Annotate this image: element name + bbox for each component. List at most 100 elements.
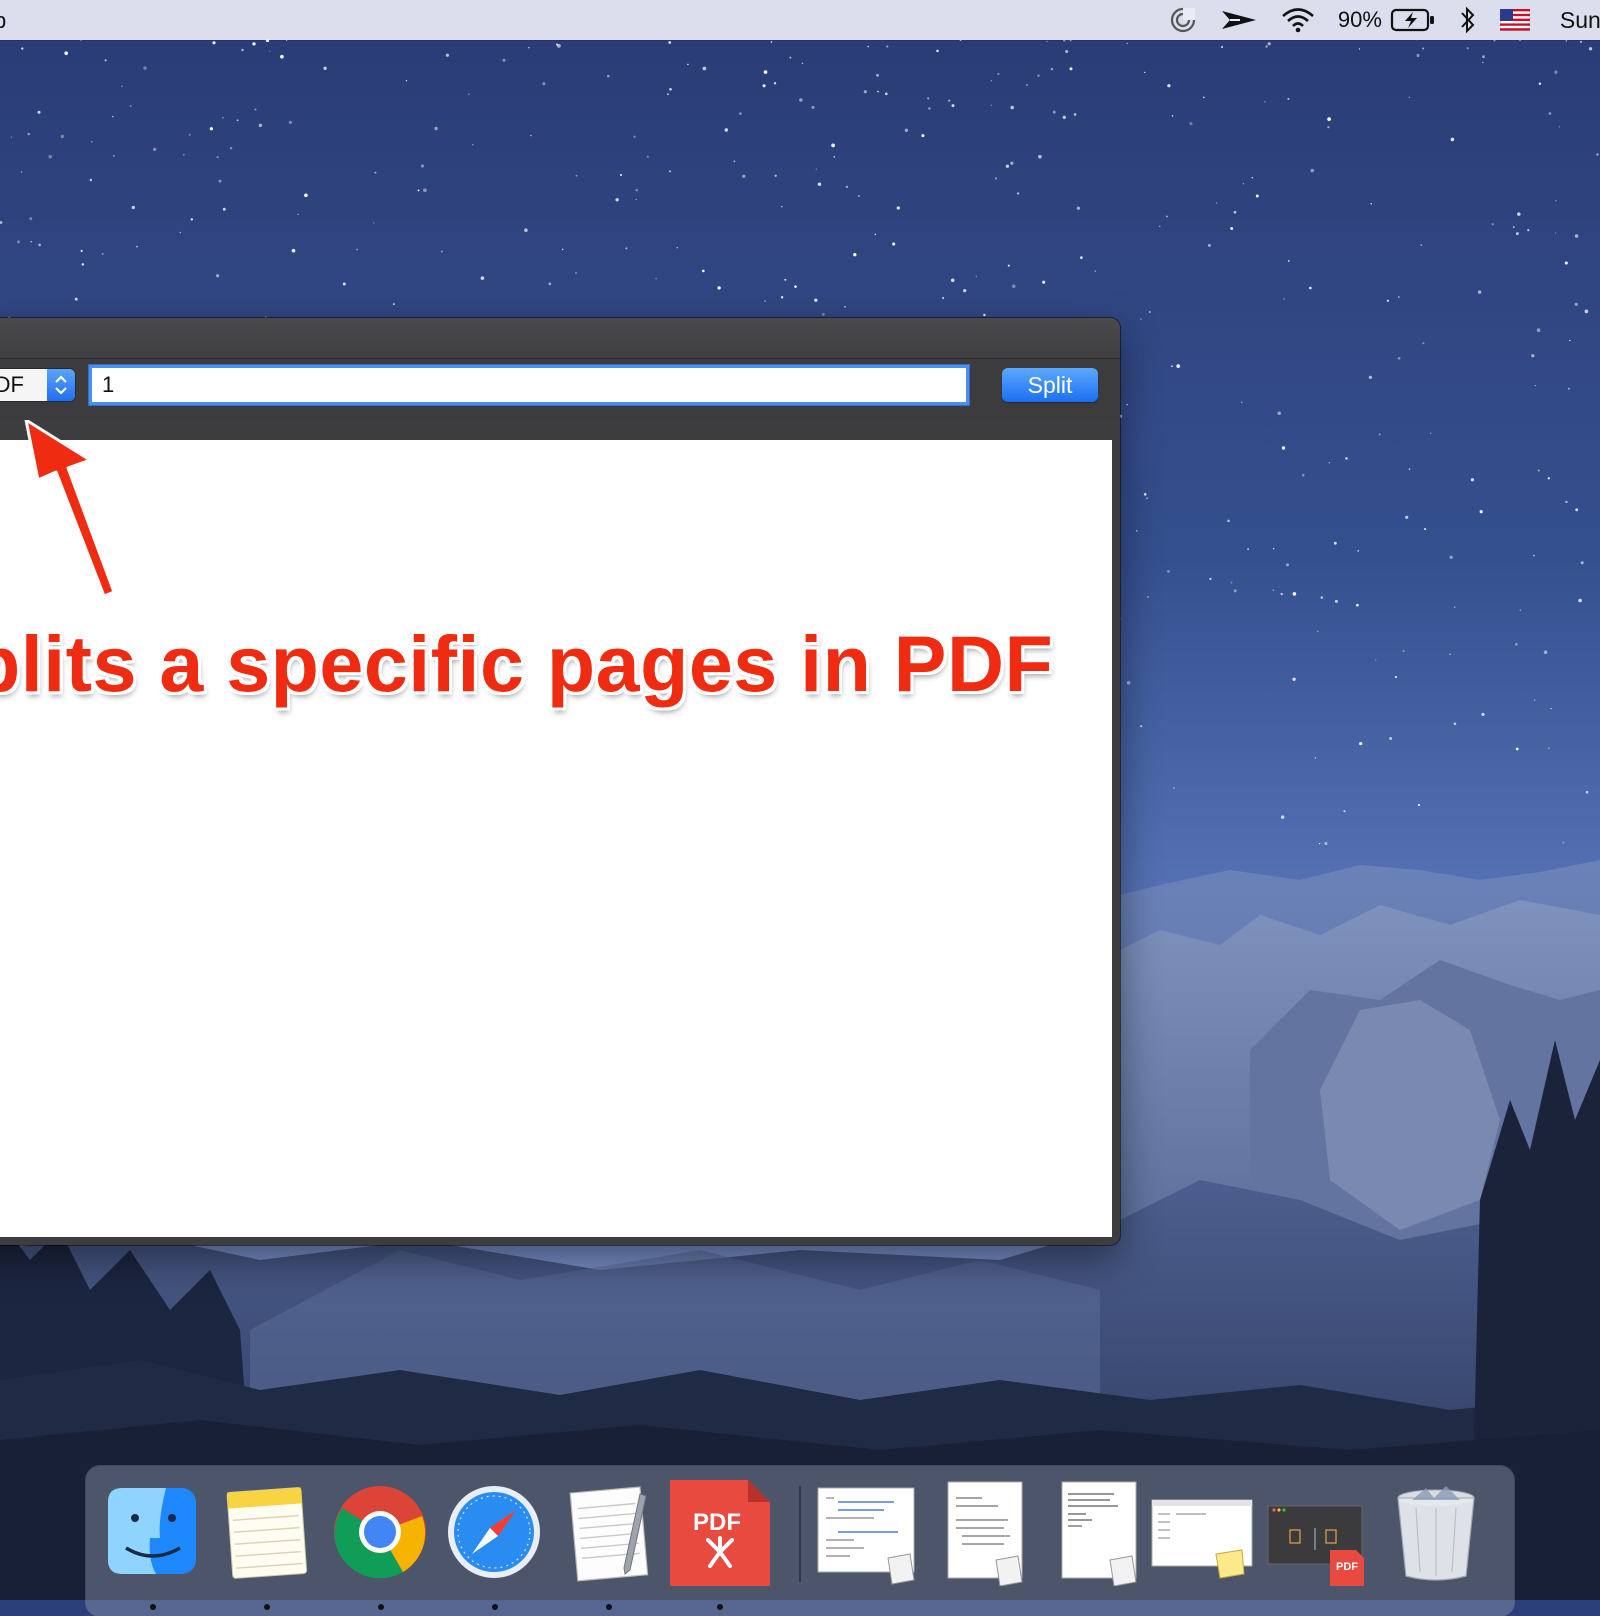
star — [1515, 232, 1519, 236]
star — [153, 147, 157, 152]
star — [1453, 722, 1457, 726]
star — [1479, 510, 1483, 514]
star — [668, 41, 672, 44]
star — [927, 97, 930, 100]
star — [528, 47, 530, 49]
pages-input[interactable] — [92, 368, 966, 402]
star — [615, 198, 619, 202]
star — [1565, 500, 1568, 504]
star — [1417, 803, 1421, 807]
format-popup-button[interactable]: PDF — [0, 369, 75, 401]
star — [1481, 712, 1485, 716]
menu-bar-status-items: 90% Sun 3 — [1146, 0, 1600, 40]
star — [1420, 244, 1423, 247]
dock-item-document-1[interactable] — [814, 1480, 915, 1586]
star — [717, 286, 721, 290]
star — [845, 185, 849, 189]
star — [1398, 296, 1400, 298]
dock-item-document-2[interactable] — [938, 1480, 1038, 1586]
star — [1220, 45, 1224, 49]
star — [209, 127, 214, 131]
star — [405, 79, 408, 82]
star — [784, 278, 787, 281]
pdf-splitter-window: PDF Split — [0, 318, 1120, 1245]
dock-item-chrome[interactable] — [330, 1480, 430, 1610]
star — [1357, 550, 1360, 552]
star — [373, 222, 375, 224]
star — [1272, 589, 1275, 591]
star — [1242, 183, 1245, 185]
creative-cloud-icon[interactable] — [1168, 0, 1198, 40]
annotation-arrow-icon — [24, 420, 116, 598]
wifi-icon[interactable] — [1280, 0, 1316, 40]
star — [1538, 82, 1542, 85]
star — [1016, 192, 1020, 195]
star — [1327, 117, 1331, 121]
star — [1215, 202, 1218, 204]
star — [607, 74, 610, 78]
airmail-icon[interactable] — [1220, 0, 1258, 40]
menu-bar-clock[interactable]: Sun 3 — [1560, 7, 1600, 34]
star — [1230, 226, 1234, 231]
star — [874, 233, 877, 236]
dock-item-notes[interactable] — [216, 1480, 316, 1610]
window-titlebar[interactable] — [0, 318, 1120, 359]
star — [1292, 677, 1296, 681]
dock-item-document-3[interactable] — [1052, 1480, 1152, 1586]
star — [1240, 401, 1243, 404]
star — [1389, 736, 1393, 741]
star — [440, 250, 443, 253]
star — [1378, 433, 1381, 436]
star — [1531, 354, 1535, 358]
star — [1189, 122, 1193, 126]
star — [1580, 40, 1582, 43]
star — [557, 44, 561, 48]
star — [794, 285, 797, 288]
star — [702, 66, 707, 71]
trash-icon — [1397, 1486, 1475, 1581]
star — [1477, 290, 1482, 294]
star — [1287, 97, 1290, 100]
star — [1159, 225, 1161, 228]
dock-item-finder[interactable] — [102, 1480, 202, 1610]
bluetooth-icon[interactable] — [1458, 0, 1478, 40]
star — [1310, 168, 1315, 173]
star — [1144, 71, 1146, 74]
star — [789, 56, 792, 59]
star — [1065, 49, 1069, 54]
star — [1512, 226, 1515, 229]
star — [1126, 403, 1128, 406]
dock-item-pdf-splitter[interactable]: PDF — [664, 1480, 770, 1610]
star — [1230, 581, 1233, 584]
document-thumbnail-icon — [1061, 1481, 1137, 1586]
star — [136, 245, 138, 248]
star — [1543, 650, 1548, 655]
star — [844, 306, 846, 308]
star — [1037, 74, 1040, 77]
star — [1449, 653, 1451, 655]
star — [1076, 206, 1081, 210]
dock-item-trash[interactable] — [1386, 1480, 1486, 1586]
star — [1308, 286, 1312, 290]
star — [1007, 264, 1010, 267]
star — [1165, 215, 1168, 218]
dock-item-document-4[interactable] — [1150, 1480, 1253, 1586]
menu-bar-app-name[interactable]: p — [0, 8, 6, 34]
star — [1527, 229, 1530, 232]
star — [1314, 757, 1317, 759]
star — [542, 82, 546, 86]
star — [904, 128, 909, 132]
dock-item-textedit[interactable] — [558, 1480, 658, 1610]
us-flag-input-icon[interactable] — [1499, 0, 1530, 40]
dock-item-document-5[interactable]: PDF — [1266, 1480, 1366, 1586]
battery-charging-icon[interactable] — [1390, 0, 1436, 40]
star — [258, 123, 263, 128]
dock-item-safari[interactable] — [444, 1480, 544, 1610]
star — [1533, 554, 1535, 557]
battery-percent: 90% — [1337, 7, 1382, 32]
star — [1482, 55, 1485, 59]
star — [896, 206, 900, 210]
split-button[interactable]: Split — [1002, 368, 1098, 402]
star — [1173, 787, 1175, 789]
star — [892, 242, 896, 246]
